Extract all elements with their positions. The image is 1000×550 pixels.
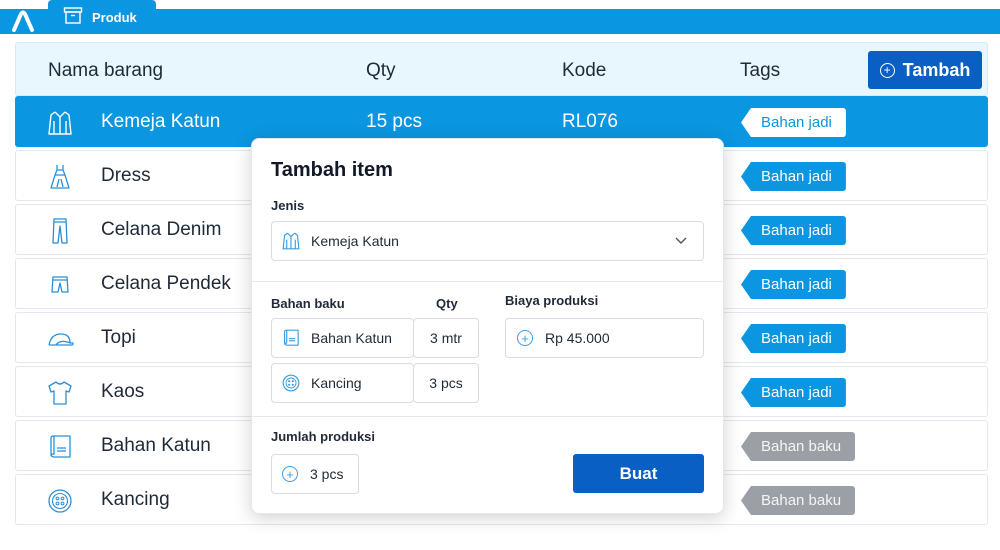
bahan-item-field[interactable]: Bahan Katun (271, 318, 414, 358)
biaya-value: Rp 45.000 (545, 330, 610, 346)
modal-divider (252, 281, 723, 282)
tshirt-icon (48, 381, 72, 405)
jenis-value: Kemeja Katun (311, 233, 399, 249)
modal-title: Tambah item (271, 159, 393, 181)
tambah-button-label: Tambah (902, 59, 971, 80)
bahan-qty-field[interactable]: 3 pcs (413, 363, 479, 403)
bahan-item-qty: 3 pcs (429, 375, 463, 391)
tambah-button[interactable]: + Tambah (868, 51, 982, 89)
bahan-qty-field[interactable]: 3 mtr (413, 318, 479, 358)
row-tag: Bahan jadi (741, 378, 846, 407)
row-tag: Bahan jadi (741, 216, 846, 245)
column-header-tags: Tags (740, 60, 781, 81)
jenis-label: Jenis (271, 198, 305, 213)
jumlah-produksi-label: Jumlah produksi (271, 429, 376, 444)
fabric-roll-icon (284, 329, 299, 346)
chevron-down-icon (675, 237, 687, 244)
plus-circle-icon[interactable]: + (282, 466, 298, 482)
fabric-roll-icon (50, 435, 71, 458)
row-name: Celana Denim (101, 219, 222, 240)
row-name: Kaos (101, 381, 145, 402)
app-logo-icon[interactable] (10, 10, 36, 32)
table-header: Nama barang Qty Kode Tags + Tambah (15, 42, 988, 96)
button-icon (282, 374, 300, 392)
bahan-item-field[interactable]: Kancing (271, 363, 414, 403)
box-icon (63, 7, 83, 24)
row-tag: Bahan jadi (741, 108, 846, 137)
row-name: Celana Pendek (101, 273, 231, 294)
jenis-select[interactable]: Kemeja Katun (271, 221, 704, 261)
modal-divider (252, 416, 723, 417)
tab-produk-label: Produk (92, 10, 137, 25)
jumlah-produksi-stepper[interactable]: + 3 pcs (271, 454, 359, 494)
row-kode: RL076 (562, 111, 618, 132)
bahan-item-name: Kancing (311, 375, 362, 391)
row-tag: Bahan jadi (741, 162, 846, 191)
dress-icon (50, 165, 70, 189)
shirt-icon (48, 111, 72, 135)
row-qty: 15 pcs (366, 111, 422, 132)
row-name: Kancing (101, 489, 170, 510)
biaya-produksi-label: Biaya produksi (505, 293, 599, 308)
shirt-icon (282, 232, 300, 250)
row-name: Bahan Katun (101, 435, 211, 456)
column-header-qty: Qty (366, 60, 396, 81)
row-tag: Bahan jadi (741, 270, 846, 299)
column-header-kode: Kode (562, 60, 607, 81)
tambah-item-modal: Tambah item Jenis Kemeja Katun Bahan bak… (251, 138, 724, 514)
button-icon (48, 489, 72, 513)
row-tag: Bahan baku (741, 432, 856, 461)
bahan-item-qty: 3 mtr (430, 330, 462, 346)
qty-label: Qty (436, 296, 458, 311)
row-name: Kemeja Katun (101, 111, 221, 132)
tab-produk[interactable]: Produk (48, 0, 156, 34)
row-tag: Bahan baku (741, 486, 856, 515)
column-header-nama: Nama barang (48, 60, 164, 81)
shorts-icon (51, 276, 69, 293)
bahan-baku-label: Bahan baku (271, 296, 345, 311)
jumlah-value: 3 pcs (310, 466, 344, 482)
jeans-icon (52, 218, 68, 244)
row-name: Topi (101, 327, 136, 348)
bahan-item-name: Bahan Katun (311, 330, 392, 346)
cap-icon (48, 333, 74, 346)
row-name: Dress (101, 165, 151, 186)
biaya-produksi-input[interactable]: + Rp 45.000 (505, 318, 704, 358)
top-bar: Produk (0, 0, 1000, 34)
plus-circle-icon: + (879, 62, 895, 78)
row-tag: Bahan jadi (741, 324, 846, 353)
buat-button[interactable]: Buat (573, 454, 704, 493)
plus-circle-icon: + (517, 330, 533, 346)
